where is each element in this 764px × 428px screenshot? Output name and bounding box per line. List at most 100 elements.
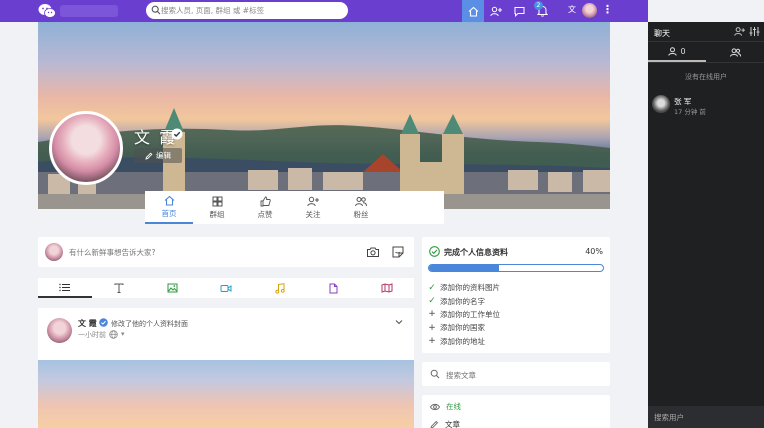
tab-groups-label: 群组 xyxy=(209,209,225,219)
profile-completion-card: 完成个人信息资料 40% ✓ 添加你的资料图片 ✓ 添加你的名字 + 添加你的工作单位… xyxy=(422,237,610,353)
check-icon: ✓ xyxy=(428,296,436,307)
chat-user-avatar xyxy=(652,95,670,113)
tab-all-users[interactable] xyxy=(706,42,764,62)
wechat-logo-icon[interactable] xyxy=(38,3,56,19)
sticker-icon[interactable] xyxy=(391,245,405,259)
post-author-name[interactable]: 文 霞 xyxy=(78,318,97,329)
tab-fans[interactable]: 粉丝 xyxy=(337,191,385,224)
like-icon xyxy=(260,196,271,206)
tab-groups[interactable]: 群组 xyxy=(193,191,241,224)
chat-search-input[interactable] xyxy=(654,410,758,424)
pencil-icon xyxy=(430,420,439,428)
online-link-label: 在线 xyxy=(446,402,461,411)
post-cover-image[interactable] xyxy=(38,360,414,428)
site-name-blurred[interactable] xyxy=(60,5,118,17)
image-icon xyxy=(167,283,178,293)
post-action-text: 修改了他的个人资料封面 xyxy=(111,320,188,328)
user-icon xyxy=(668,46,678,56)
globe-icon xyxy=(109,330,118,339)
post-timestamp[interactable]: 一小时前 xyxy=(78,330,106,340)
map-icon xyxy=(381,283,393,293)
feed-post: 文 霞 修改了他的个人资料封面 一小时前 ▾ xyxy=(38,308,414,428)
edit-profile-button[interactable]: 编辑 xyxy=(134,148,182,163)
settings-sliders-icon[interactable] xyxy=(749,26,760,37)
profile-avatar[interactable] xyxy=(49,111,123,185)
check-circle-icon xyxy=(429,246,440,257)
profile-tabs: 首页 群组 点赞 关注 粉丝 xyxy=(145,191,444,224)
post-type-file[interactable] xyxy=(307,278,361,298)
no-online-users-text: 没有在线用户 xyxy=(685,73,727,81)
list-item-label: 添加你的国家 xyxy=(440,323,485,333)
tab-likes[interactable]: 点赞 xyxy=(241,191,289,224)
post-type-tabs xyxy=(38,278,414,298)
chat-search[interactable] xyxy=(648,406,764,428)
tab-online-users[interactable]: 0 xyxy=(648,42,706,62)
progress-fill xyxy=(429,265,499,271)
list-item[interactable]: + 添加你的国家 xyxy=(428,321,500,334)
composer-avatar xyxy=(45,243,63,261)
nav-messages-button[interactable] xyxy=(508,0,530,22)
list-item[interactable]: + 添加你的地址 xyxy=(428,335,500,348)
profile-completion-progress xyxy=(428,264,604,272)
notifications-badge: 2 xyxy=(534,1,543,10)
search-articles-box[interactable]: 搜索文章 xyxy=(422,362,610,386)
global-search[interactable] xyxy=(146,2,348,19)
text-icon xyxy=(114,283,124,293)
list-item[interactable]: ✓ 添加你的资料图片 xyxy=(428,281,500,294)
post-type-video[interactable] xyxy=(199,278,253,298)
verified-badge-icon xyxy=(171,128,183,140)
chat-title: 聊天 xyxy=(654,29,670,38)
tab-home-label: 首页 xyxy=(161,208,177,218)
chat-panel: 聊天 0 没有在线用户 张 军 17 分钟 前 xyxy=(648,22,764,428)
list-item-label: 添加你的名字 xyxy=(440,296,485,306)
groups-icon xyxy=(212,196,222,206)
nav-add-friend-button[interactable] xyxy=(485,0,507,22)
post-author-avatar[interactable] xyxy=(47,318,72,343)
eye-icon xyxy=(430,403,440,410)
list-item[interactable]: ✓ 添加你的名字 xyxy=(428,294,500,307)
post-type-map[interactable] xyxy=(360,278,414,298)
online-count: 0 xyxy=(680,46,686,56)
user-avatar[interactable] xyxy=(582,3,597,18)
post-composer[interactable]: 有什么新鲜事想告诉大家? xyxy=(38,237,414,267)
chat-user-item[interactable]: 张 军 17 分钟 前 xyxy=(652,95,760,116)
tab-following[interactable]: 关注 xyxy=(289,191,337,224)
top-navbar: 2 文 ⋮ xyxy=(0,0,648,22)
articles-link-label: 文章 xyxy=(445,420,460,428)
global-search-input[interactable] xyxy=(161,3,341,18)
file-icon xyxy=(329,283,338,293)
fans-icon xyxy=(355,196,367,206)
add-user-icon xyxy=(490,6,502,16)
tab-home[interactable]: 首页 xyxy=(145,191,193,224)
composer-prompt[interactable]: 有什么新鲜事想告诉大家? xyxy=(69,247,155,258)
messages-icon xyxy=(514,6,524,17)
more-menu-icon[interactable]: ⋮ xyxy=(602,3,613,17)
post-type-text[interactable] xyxy=(92,278,146,298)
tab-fans-label: 粉丝 xyxy=(353,209,369,219)
nav-home-button[interactable] xyxy=(462,0,484,22)
search-icon xyxy=(151,5,161,15)
home-icon xyxy=(164,195,174,206)
articles-link[interactable]: 文章 xyxy=(430,419,460,428)
follow-icon xyxy=(307,196,319,206)
privacy-dropdown-icon[interactable]: ▾ xyxy=(121,330,125,338)
post-type-music[interactable] xyxy=(253,278,307,298)
online-link[interactable]: 在线 xyxy=(430,401,461,412)
edit-profile-label: 编辑 xyxy=(156,151,171,160)
user-name-initial[interactable]: 文 xyxy=(568,4,576,15)
users-icon xyxy=(729,47,741,57)
tab-likes-label: 点赞 xyxy=(257,209,273,219)
post-type-image[interactable] xyxy=(145,278,199,298)
list-item[interactable]: + 添加你的工作单位 xyxy=(428,308,500,321)
chevron-down-icon[interactable] xyxy=(394,317,404,327)
list-item-label: 添加你的工作单位 xyxy=(440,309,500,319)
verified-badge-icon xyxy=(99,318,108,327)
camera-icon[interactable] xyxy=(366,245,380,259)
list-icon xyxy=(59,283,71,291)
profile-completion-list: ✓ 添加你的资料图片 ✓ 添加你的名字 + 添加你的工作单位 + 添加你的国家 + 添加你… xyxy=(428,281,500,348)
profile-cover[interactable] xyxy=(38,22,610,209)
add-user-icon[interactable] xyxy=(734,26,745,37)
post-type-list[interactable] xyxy=(38,278,92,298)
search-icon xyxy=(430,369,440,379)
profile-links-card: 在线 文章 xyxy=(422,395,610,428)
